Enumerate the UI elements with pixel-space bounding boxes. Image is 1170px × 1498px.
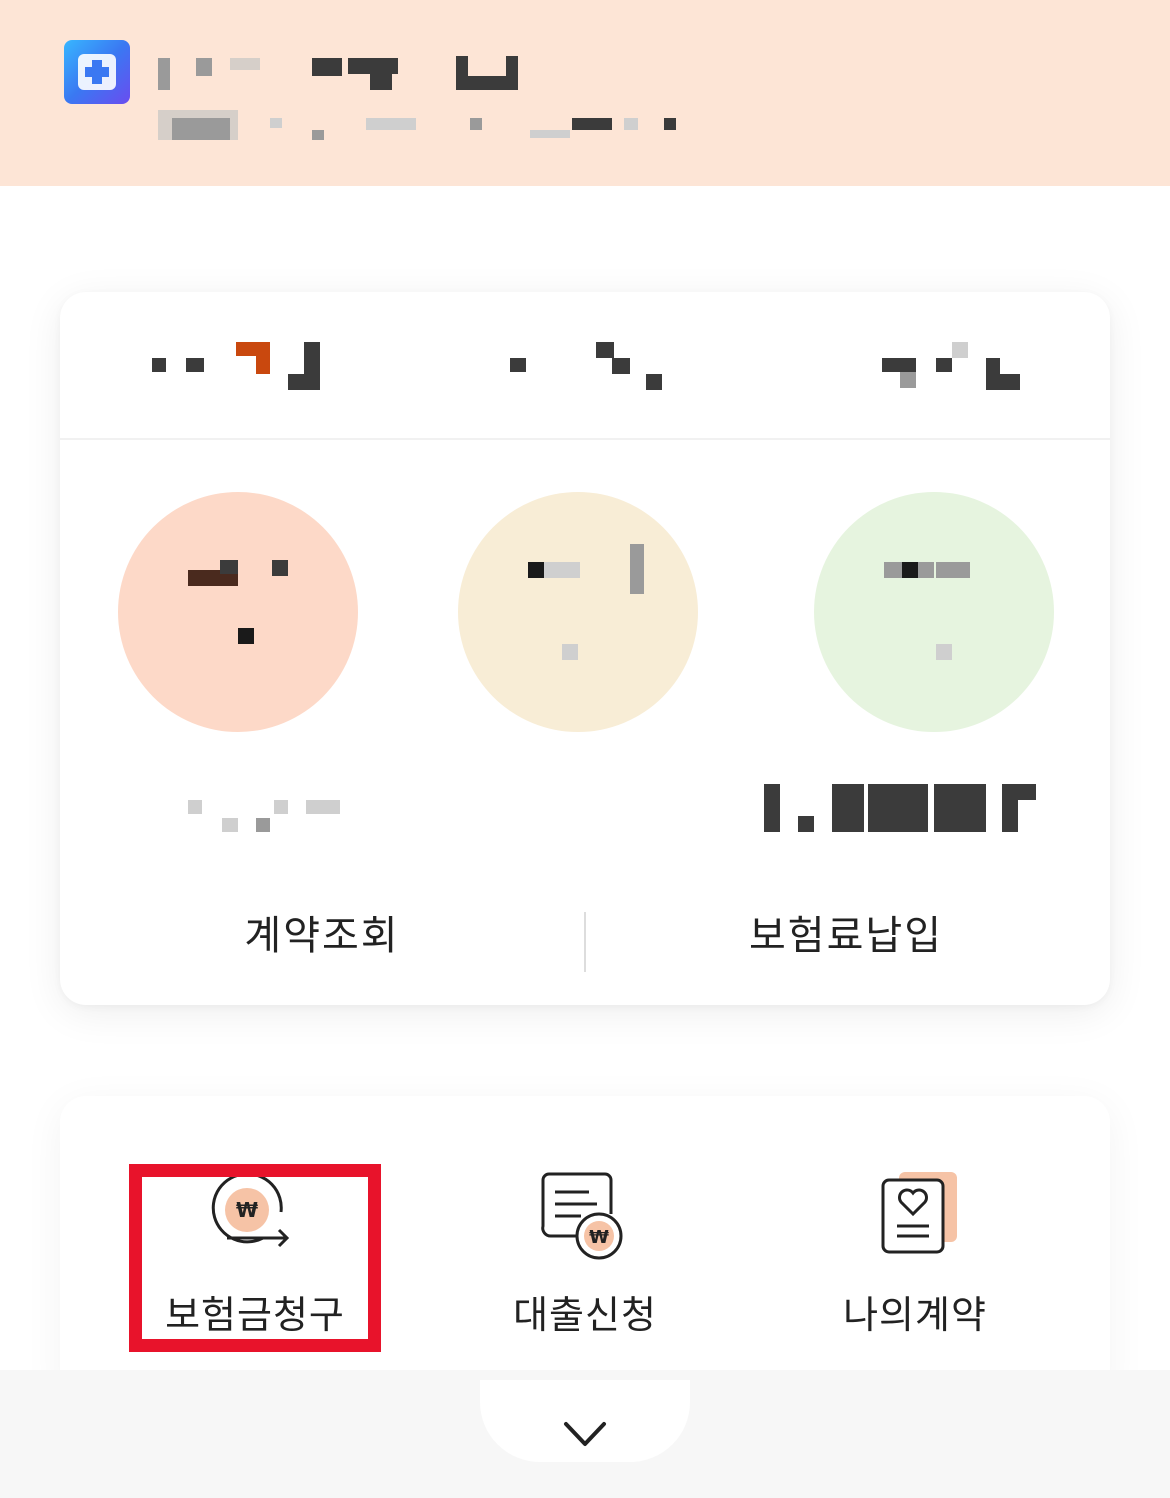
loan-document-icon: ₩ (535, 1166, 635, 1266)
my-contract-button[interactable]: 나의계약 (790, 1166, 1040, 1356)
app-logo-icon (64, 40, 130, 104)
claim-won-icon: ₩ (205, 1166, 305, 1266)
contract-summary-card: 계약조회 보험료납입 (60, 292, 1110, 1005)
svg-text:₩: ₩ (589, 1227, 609, 1248)
status-circle-3[interactable] (814, 492, 1054, 732)
my-contract-heart-icon (865, 1166, 965, 1266)
loan-application-button[interactable]: ₩ 대출신청 (460, 1166, 710, 1356)
insurance-claim-button[interactable]: ₩ 보험금청구 (130, 1166, 380, 1356)
status-circle-1[interactable] (118, 492, 358, 732)
chevron-down-icon[interactable] (560, 1414, 610, 1454)
card-divider (60, 438, 1110, 440)
svg-text:₩: ₩ (236, 1198, 258, 1222)
contract-inquiry-button[interactable]: 계약조회 (122, 882, 522, 982)
loan-application-label: 대출신청 (513, 1293, 657, 1337)
premium-payment-button[interactable]: 보험료납입 (646, 882, 1046, 982)
card-actions: 계약조회 보험료납입 (60, 882, 1110, 982)
actions-separator (584, 912, 586, 972)
status-circle-2[interactable] (458, 492, 698, 732)
my-contract-label: 나의계약 (843, 1293, 987, 1337)
top-banner[interactable] (0, 0, 1170, 186)
insurance-claim-label: 보험금청구 (165, 1293, 345, 1337)
quick-menu-card: ₩ 보험금청구 ₩ 대출신청 나의계약 (60, 1096, 1110, 1408)
